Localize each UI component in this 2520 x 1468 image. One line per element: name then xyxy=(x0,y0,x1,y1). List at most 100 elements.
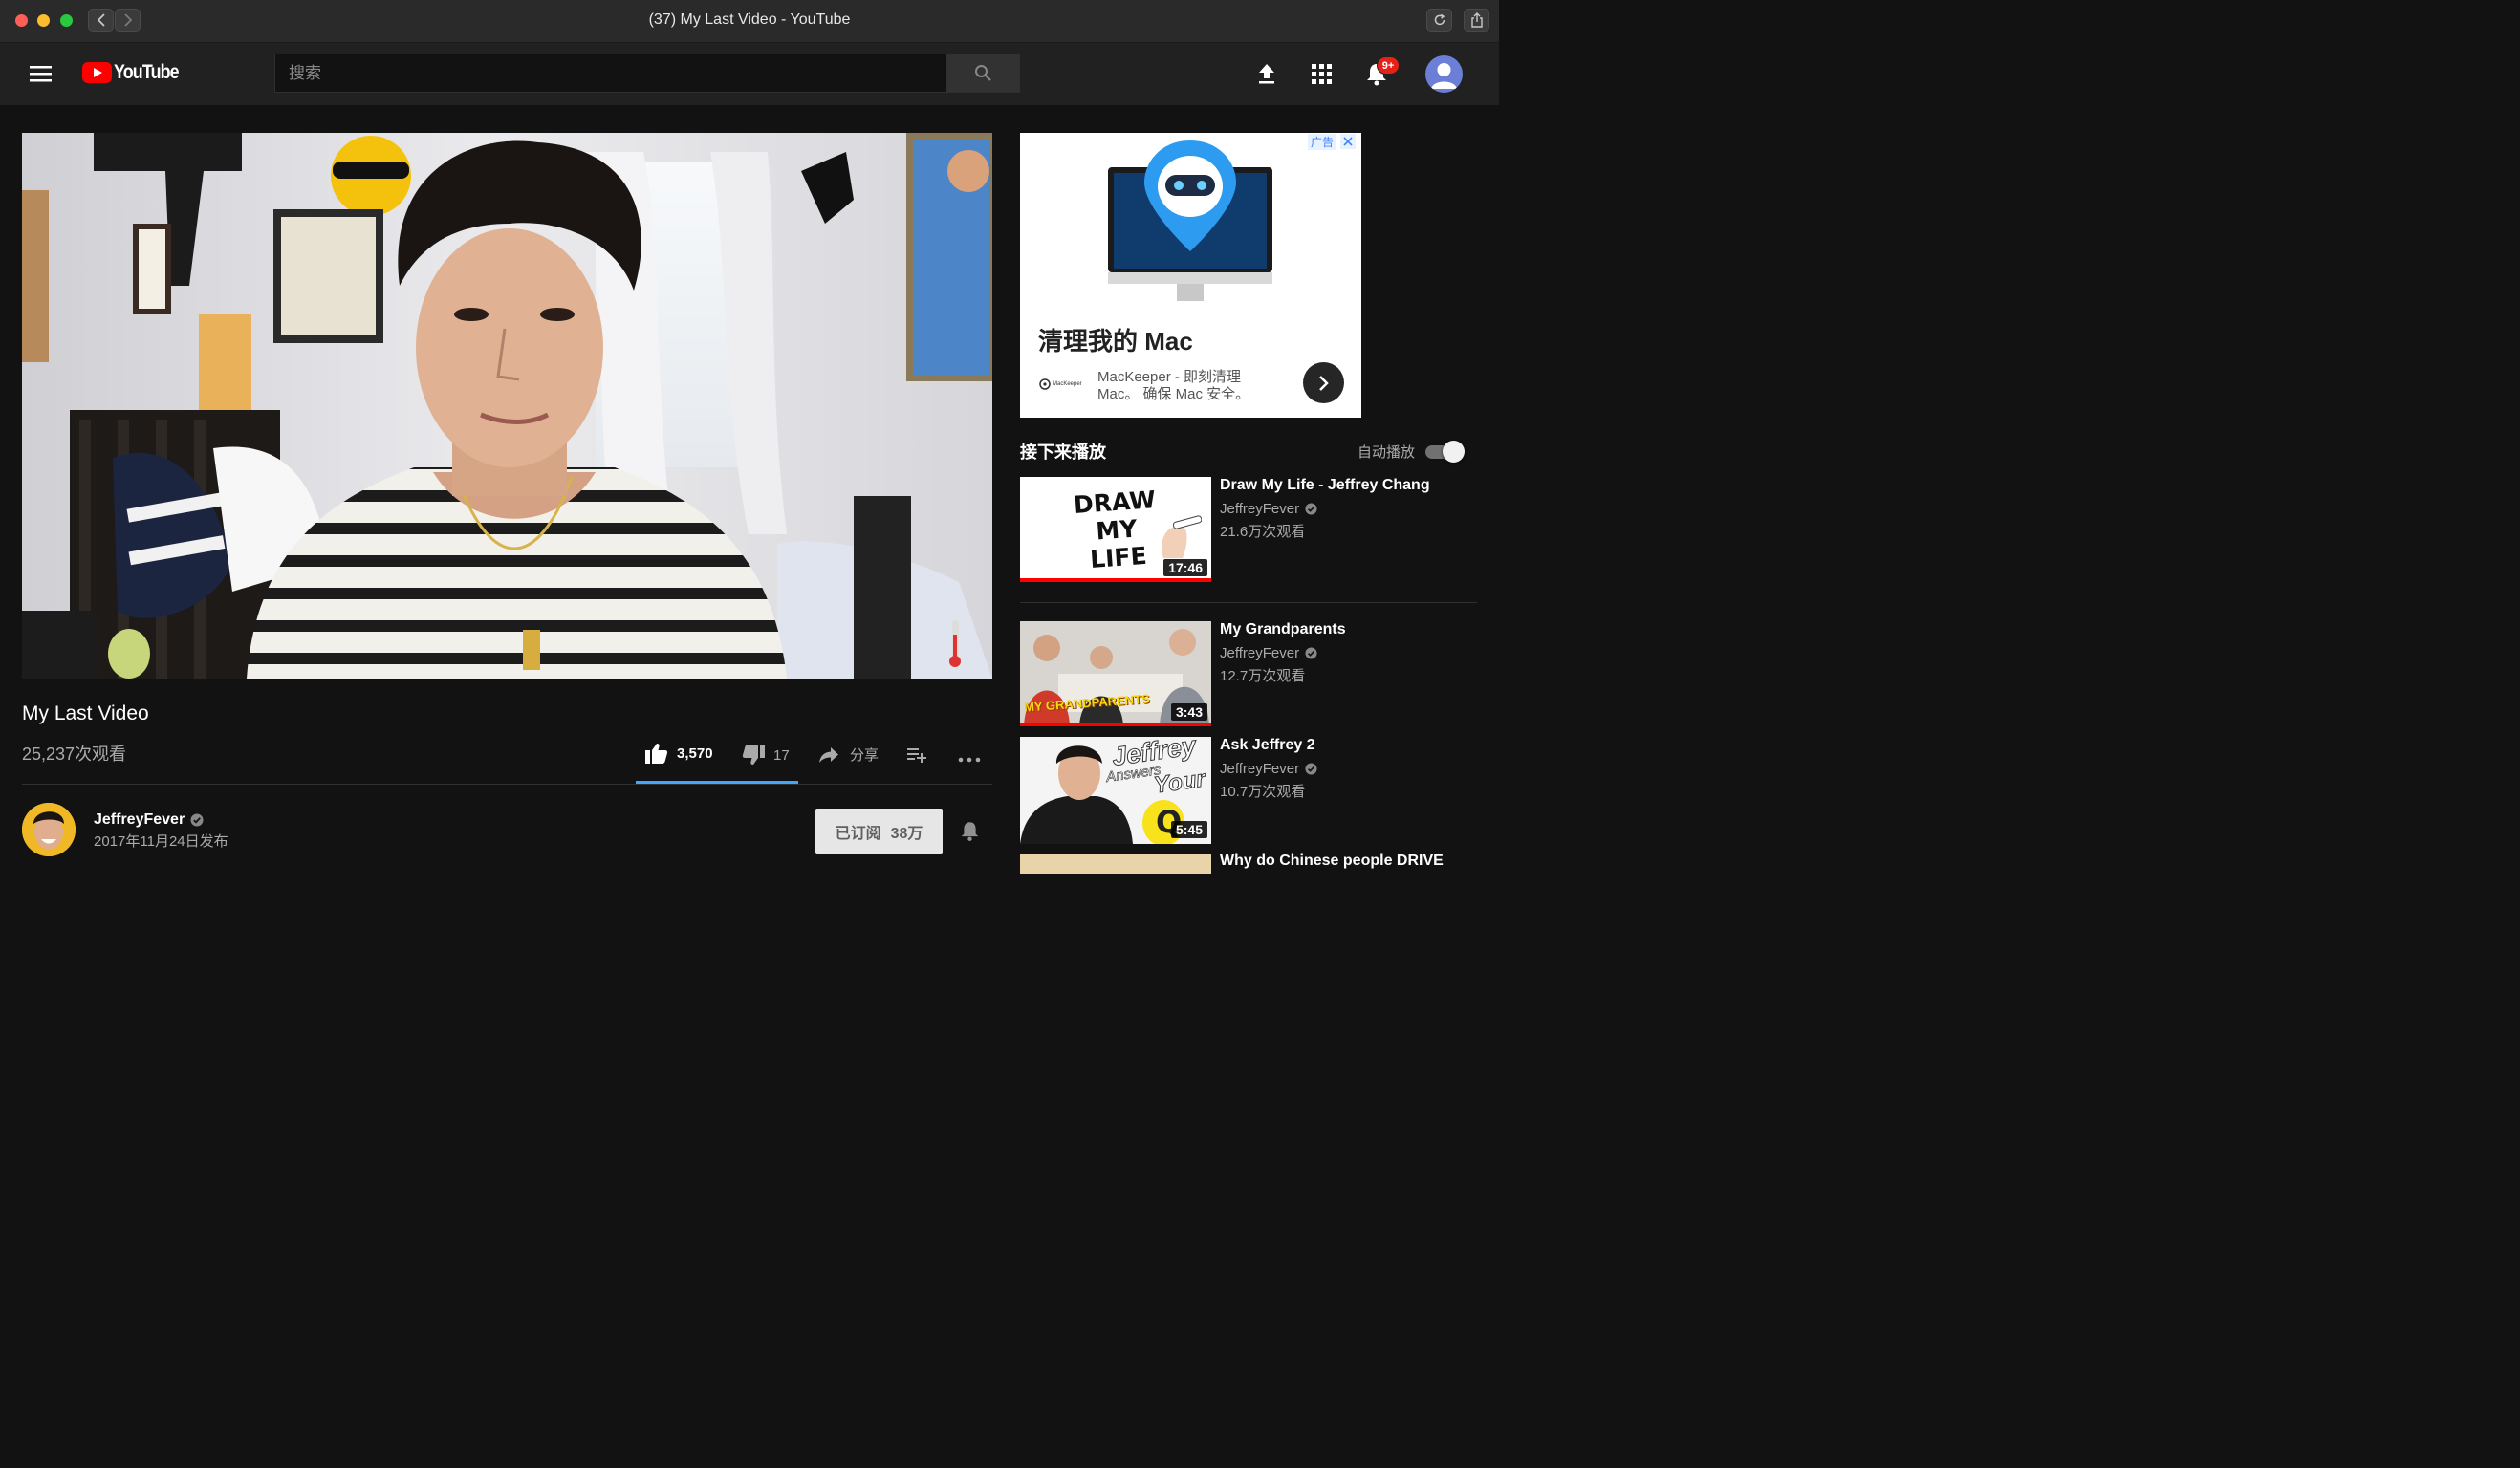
ad-brand-logo: MacKeeper xyxy=(1039,378,1082,390)
thumb-text-line: LIFE xyxy=(1089,541,1148,573)
up-next-channel: JeffreyFever xyxy=(1220,501,1317,517)
subscribed-label: 已订阅 xyxy=(835,826,881,842)
account-avatar[interactable] xyxy=(1425,55,1463,93)
like-count: 3,570 xyxy=(677,745,713,762)
channel-name: JeffreyFever xyxy=(94,811,185,828)
autoplay-label: 自动播放 xyxy=(1358,444,1416,461)
up-next-views: 12.7万次观看 xyxy=(1220,668,1306,684)
up-next-divider xyxy=(1020,602,1477,603)
bell-icon xyxy=(961,822,979,841)
channel-name: JeffreyFever xyxy=(1220,761,1300,777)
like-button[interactable]: 3,570 xyxy=(645,743,713,764)
watched-progress-bar xyxy=(1020,578,1211,582)
subscriber-count: 38万 xyxy=(890,826,923,842)
more-actions-button[interactable] xyxy=(958,751,981,768)
like-ratio-bar xyxy=(636,781,798,784)
share-sheet-icon xyxy=(1470,12,1483,28)
verified-check-icon xyxy=(1305,503,1317,515)
thumbs-up-icon xyxy=(645,744,668,764)
ad-open-button[interactable] xyxy=(1303,362,1344,403)
hamburger-menu-icon xyxy=(30,66,52,82)
publish-date: 2017年11月24日发布 xyxy=(94,833,228,850)
up-next-channel: JeffreyFever xyxy=(1220,761,1317,777)
search-button[interactable] xyxy=(946,54,1020,93)
add-to-playlist-button[interactable] xyxy=(907,746,928,768)
ad-description-line1: MacKeeper - 即刻清理 xyxy=(1097,369,1242,385)
channel-avatar[interactable] xyxy=(22,803,76,856)
youtube-play-logo-icon xyxy=(82,62,112,83)
window-titlebar: (37) My Last Video - YouTube xyxy=(0,0,1499,43)
dislike-count: 17 xyxy=(773,746,790,764)
channel-name: JeffreyFever xyxy=(1220,501,1300,517)
watched-progress-bar xyxy=(1020,723,1211,726)
youtube-logo[interactable]: YouTube xyxy=(82,61,190,84)
apps-button[interactable] xyxy=(1312,64,1332,89)
verified-check-icon xyxy=(1305,647,1317,659)
thumbs-down-icon xyxy=(742,745,765,765)
upload-button[interactable] xyxy=(1256,62,1277,90)
mackeeper-logo-icon xyxy=(1039,378,1051,390)
up-next-thumbnail[interactable]: MY GRANDPARENTS 3:43 xyxy=(1020,621,1211,726)
ad-card[interactable]: 广告 清理我的 Mac MacKeeper MacKeeper - 即刻清理 M… xyxy=(1020,133,1361,418)
mackeeper-illustration xyxy=(1108,140,1272,301)
share-window-button[interactable] xyxy=(1464,9,1489,32)
toggle-knob xyxy=(1443,441,1465,463)
ad-label: 广告 xyxy=(1307,134,1336,150)
subscribed-button[interactable]: 已订阅 38万 xyxy=(815,809,943,854)
close-icon xyxy=(1343,137,1353,146)
reload-icon xyxy=(1434,13,1445,26)
more-horizontal-icon xyxy=(958,757,981,763)
video-title: My Last Video xyxy=(22,702,149,724)
ad-brand-name: MacKeeper xyxy=(1053,381,1082,387)
browser-window: (37) My Last Video - YouTube YouTube 搜索 … xyxy=(0,0,1499,874)
up-next-title[interactable]: Draw My Life - Jeffrey Chang xyxy=(1220,477,1430,494)
up-next-title[interactable]: Why do Chinese people DRIVE xyxy=(1220,853,1444,870)
video-duration: 5:45 xyxy=(1170,821,1207,838)
hand-marker-image xyxy=(1162,515,1202,558)
up-next-title[interactable]: My Grandparents xyxy=(1220,621,1346,638)
ad-description-line2: Mac。 确保 Mac 安全。 xyxy=(1097,386,1250,402)
user-silhouette-icon xyxy=(1431,63,1457,89)
up-next-heading: 接下来播放 xyxy=(1020,443,1106,462)
share-button[interactable]: 分享 xyxy=(819,745,879,765)
notification-preference-button[interactable] xyxy=(960,819,980,847)
search-input[interactable] xyxy=(275,54,946,92)
ad-description: MacKeeper - 即刻清理 Mac。 确保 Mac 安全。 xyxy=(1097,369,1249,403)
search-box xyxy=(274,54,947,93)
notification-count-badge: 9+ xyxy=(1377,56,1400,75)
channel-name: JeffreyFever xyxy=(1220,645,1300,661)
up-next-channel: JeffreyFever xyxy=(1220,645,1317,661)
video-duration: 17:46 xyxy=(1163,559,1207,576)
up-next-thumbnail[interactable]: Q Jeffrey Answers Your 5:45 xyxy=(1020,737,1211,844)
up-next-views: 10.7万次观看 xyxy=(1220,784,1306,800)
search-icon xyxy=(975,65,991,81)
share-label: 分享 xyxy=(850,747,880,764)
video-duration: 3:43 xyxy=(1170,703,1207,721)
playlist-add-icon xyxy=(907,748,926,763)
video-frame xyxy=(22,133,992,679)
verified-check-icon xyxy=(190,813,204,827)
up-next-thumbnail[interactable] xyxy=(1020,854,1211,874)
info-divider xyxy=(22,784,992,785)
share-arrow-icon xyxy=(819,746,838,763)
dislike-button[interactable]: 17 xyxy=(742,745,790,766)
window-title: (37) My Last Video - YouTube xyxy=(648,11,851,28)
channel-name-row[interactable]: JeffreyFever xyxy=(94,811,204,829)
channel-avatar-image xyxy=(22,803,76,856)
up-next-thumbnail[interactable]: DRAW MY LIFE 17:46 xyxy=(1020,477,1211,582)
autoplay-toggle[interactable] xyxy=(1425,441,1466,463)
up-next-views: 21.6万次观看 xyxy=(1220,524,1306,540)
verified-check-icon xyxy=(1305,763,1317,775)
ad-close-button[interactable] xyxy=(1340,134,1356,149)
thumb-text-line: DRAW xyxy=(1073,486,1157,520)
up-next-title[interactable]: Ask Jeffrey 2 xyxy=(1220,737,1315,754)
apps-grid-icon xyxy=(1312,64,1332,84)
reload-button[interactable] xyxy=(1426,9,1452,32)
upload-icon xyxy=(1259,64,1274,84)
guide-menu-button[interactable] xyxy=(30,64,53,88)
video-player[interactable] xyxy=(22,133,992,679)
view-count: 25,237次观看 xyxy=(22,745,127,764)
chevron-right-icon xyxy=(1318,375,1329,391)
thumb-drawn-text: DRAW MY LIFE xyxy=(1073,486,1161,574)
ad-headline: 清理我的 Mac xyxy=(1038,327,1193,356)
